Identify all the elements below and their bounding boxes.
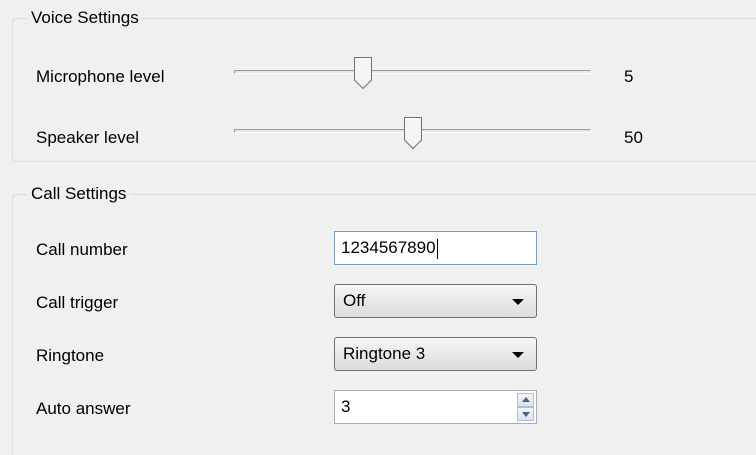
speaker-level-label: Speaker level [36, 128, 140, 147]
ringtone-selected: Ringtone 3 [343, 344, 426, 363]
chevron-down-icon [512, 352, 524, 358]
microphone-level-track[interactable] [234, 70, 591, 74]
call-trigger-selected: Off [343, 291, 366, 310]
ringtone-label: Ringtone [36, 346, 105, 365]
voice-settings-title: Voice Settings [27, 7, 143, 29]
auto-answer-spinbox[interactable]: 3 [334, 390, 537, 424]
spin-down-button[interactable] [517, 407, 534, 421]
call-trigger-label: Call trigger [36, 293, 119, 312]
call-trigger-dropdown[interactable]: Off [334, 284, 537, 318]
ringtone-dropdown[interactable]: Ringtone 3 [334, 337, 537, 371]
call-number-input[interactable]: 1234567890 [334, 231, 537, 265]
microphone-level-value: 5 [624, 67, 634, 86]
microphone-level-label: Microphone level [36, 67, 165, 86]
call-number-value: 1234567890 [341, 238, 436, 257]
text-caret [436, 238, 438, 259]
spin-buttons [517, 393, 534, 421]
spin-down-icon [522, 412, 530, 417]
auto-answer-value: 3 [341, 397, 351, 416]
call-settings-title: Call Settings [27, 183, 131, 205]
call-number-label: Call number [36, 240, 128, 259]
speaker-level-slider-thumb[interactable] [403, 116, 423, 150]
speaker-level-value: 50 [624, 128, 643, 147]
auto-answer-label: Auto answer [36, 399, 131, 418]
chevron-down-icon [512, 299, 524, 305]
spin-up-button[interactable] [517, 393, 534, 407]
spin-up-icon [522, 397, 530, 402]
microphone-level-slider-thumb[interactable] [353, 56, 373, 90]
